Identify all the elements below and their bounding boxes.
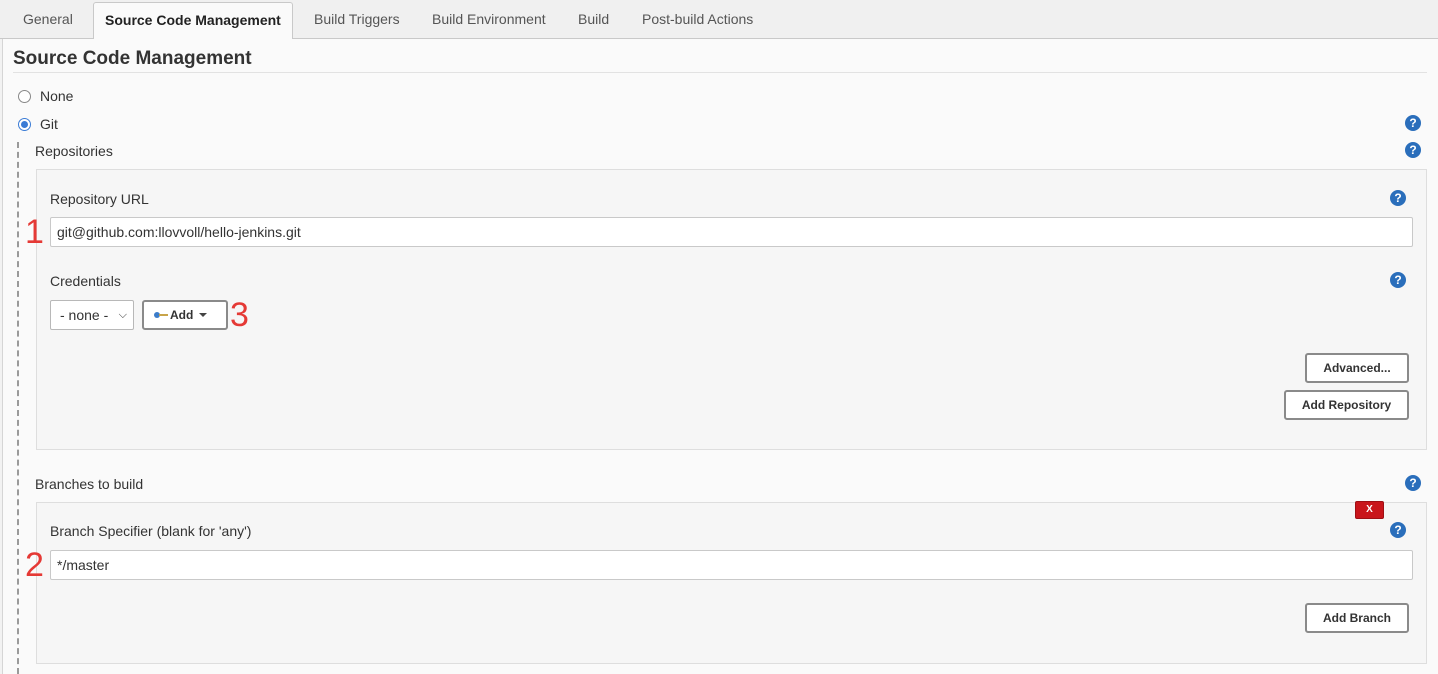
caret-down-icon <box>199 313 208 317</box>
branches-label: Branches to build <box>35 476 144 492</box>
add-credentials-button[interactable]: Add <box>142 300 228 330</box>
advanced-button[interactable]: Advanced... <box>1305 353 1409 383</box>
scm-option-git[interactable]: Git <box>18 116 58 132</box>
branch-specifier-input[interactable]: */master <box>50 550 1413 580</box>
repositories-label: Repositories <box>35 143 113 159</box>
tab-build-triggers[interactable]: Build Triggers <box>303 2 411 39</box>
section-title: Source Code Management <box>13 48 252 69</box>
annotation-3: 3 <box>230 296 249 334</box>
key-icon <box>154 311 168 319</box>
tab-post-build-actions[interactable]: Post-build Actions <box>631 2 764 39</box>
scm-option-none-label: None <box>40 88 74 104</box>
tab-build[interactable]: Build <box>567 2 620 39</box>
credentials-select-value: - none - <box>60 307 109 323</box>
repository-url-label: Repository URL <box>50 191 149 207</box>
tab-source-code-management[interactable]: Source Code Management <box>93 2 293 40</box>
help-git-icon[interactable]: ? <box>1405 115 1421 131</box>
add-repository-button[interactable]: Add Repository <box>1284 390 1409 420</box>
radio-none[interactable] <box>18 89 31 103</box>
tab-build-environment[interactable]: Build Environment <box>421 2 557 39</box>
scm-option-git-label: Git <box>40 116 58 132</box>
annotation-1: 1 <box>25 213 44 251</box>
annotation-2: 2 <box>25 546 44 584</box>
help-repositories-icon[interactable]: ? <box>1405 142 1421 158</box>
add-branch-button[interactable]: Add Branch <box>1305 603 1409 633</box>
chevron-down-icon: ⌵ <box>118 309 127 321</box>
scm-option-none[interactable]: None <box>18 88 73 104</box>
radio-git[interactable] <box>18 117 31 131</box>
help-branch-specifier-icon[interactable]: ? <box>1390 522 1406 538</box>
repository-url-input[interactable]: git@github.com:llovvoll/hello-jenkins.gi… <box>50 217 1413 247</box>
delete-branch-button[interactable]: X <box>1355 501 1384 519</box>
help-credentials-icon[interactable]: ? <box>1390 272 1406 288</box>
config-page: Source Code Management None Git ? Reposi… <box>2 39 1438 674</box>
section-divider <box>13 72 1427 73</box>
add-credentials-label: Add <box>170 308 194 322</box>
git-section-indent-line <box>17 142 19 674</box>
help-branches-icon[interactable]: ? <box>1405 475 1421 491</box>
help-repository-url-icon[interactable]: ? <box>1390 190 1406 206</box>
credentials-select[interactable]: - none - ⌵ <box>50 300 134 330</box>
tab-bar: General Source Code Management Build Tri… <box>0 0 1438 40</box>
tab-general[interactable]: General <box>12 2 84 39</box>
branch-specifier-label: Branch Specifier (blank for 'any') <box>50 523 252 539</box>
credentials-label: Credentials <box>50 273 121 289</box>
